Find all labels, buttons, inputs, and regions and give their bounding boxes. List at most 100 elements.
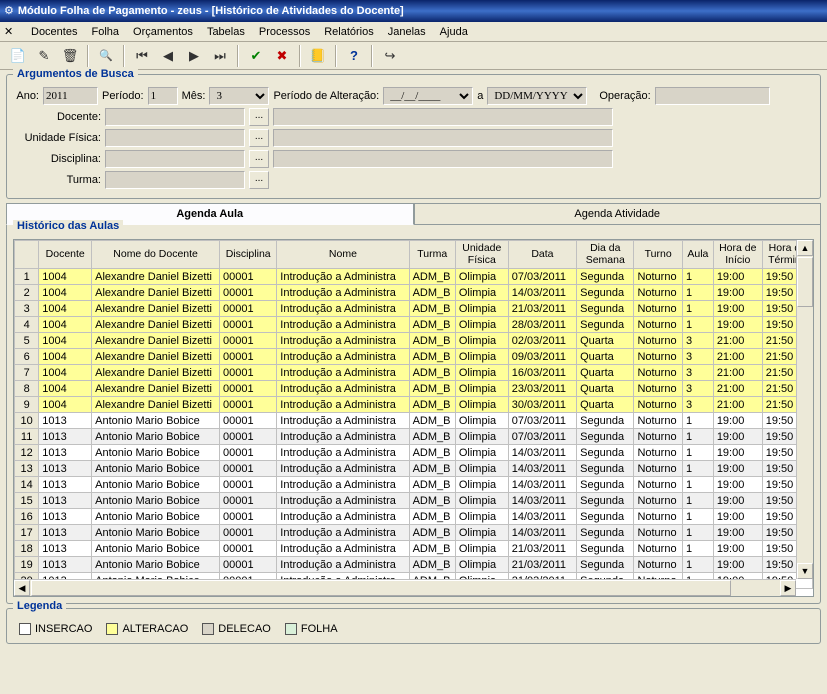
menu-folha[interactable]: Folha [84,24,126,40]
scroll-left-icon[interactable]: ◀ [14,580,30,596]
table-row[interactable]: 81004Alexandre Daniel Bizetti00001Introd… [15,381,813,397]
cell: Noturno [634,509,683,525]
menu-ajuda[interactable]: Ajuda [433,24,475,40]
scroll-up-icon[interactable]: ▲ [797,240,813,256]
cell: 1004 [39,301,92,317]
table-row[interactable]: 171013Antonio Mario Bobice00001Introduçã… [15,525,813,541]
table-row[interactable]: 21004Alexandre Daniel Bizetti00001Introd… [15,285,813,301]
cell: 07/03/2011 [508,413,576,429]
toolbar-edit-icon[interactable]: ✎ [32,44,56,68]
table-row[interactable]: 151013Antonio Mario Bobice00001Introduçã… [15,493,813,509]
menu-tabelas[interactable]: Tabelas [200,24,252,40]
table-row[interactable]: 11004Alexandre Daniel Bizetti00001Introd… [15,269,813,285]
col-header[interactable] [15,241,39,269]
toolbar-delete-icon[interactable]: 🗑 [58,44,82,68]
scroll-thumb-v[interactable] [797,257,813,307]
history-grid[interactable]: DocenteNome do DocenteDisciplinaNomeTurm… [13,239,814,597]
ano-field[interactable] [43,87,98,105]
cell: ADM_B [409,285,455,301]
col-header[interactable]: Nome [277,241,409,269]
table-row[interactable]: 71004Alexandre Daniel Bizetti00001Introd… [15,365,813,381]
disciplina-lookup-button[interactable]: ... [249,150,269,168]
toolbar-confirm-icon[interactable]: ✔ [244,44,268,68]
unidade-label: Unidade Física: [13,132,101,144]
docente-desc-field[interactable] [273,108,613,126]
cell: ADM_B [409,333,455,349]
periodo-field[interactable] [148,87,178,105]
col-header[interactable]: Hora deInício [713,241,762,269]
periodo-alt-from[interactable]: __/__/____ [383,87,473,105]
unidade-lookup-button[interactable]: ... [249,129,269,147]
menu-docentes[interactable]: Docentes [24,24,84,40]
periodo-alt-to[interactable]: DD/MM/YYYY [487,87,587,105]
table-row[interactable]: 41004Alexandre Daniel Bizetti00001Introd… [15,317,813,333]
toolbar-prev-icon[interactable]: ◀ [156,44,180,68]
table-row[interactable]: 181013Antonio Mario Bobice00001Introduçã… [15,541,813,557]
col-header[interactable]: Turma [409,241,455,269]
disciplina-code-field[interactable] [105,150,245,168]
col-header[interactable]: Disciplina [220,241,277,269]
col-header[interactable]: Nome do Docente [92,241,220,269]
table-row[interactable]: 131013Antonio Mario Bobice00001Introduçã… [15,461,813,477]
mes-select[interactable]: 3 [209,87,269,105]
table-row[interactable]: 101013Antonio Mario Bobice00001Introduçã… [15,413,813,429]
table-row[interactable]: 31004Alexandre Daniel Bizetti00001Introd… [15,301,813,317]
cell: 1 [682,429,713,445]
docente-lookup-button[interactable]: ... [249,108,269,126]
toolbar-new-icon[interactable]: 📄 [6,44,30,68]
scroll-thumb-h[interactable] [31,580,731,596]
cell: 6 [15,349,39,365]
table-row[interactable]: 121013Antonio Mario Bobice00001Introduçã… [15,445,813,461]
cell: 23/03/2011 [508,381,576,397]
toolbar-last-icon[interactable]: ⏭ [208,44,232,68]
cell: Introdução a Administra [277,269,409,285]
toolbar-search-icon[interactable]: 🔍 [94,44,118,68]
toolbar-book-icon[interactable]: 📒 [306,44,330,68]
turma-code-field[interactable] [105,171,245,189]
table-row[interactable]: 61004Alexandre Daniel Bizetti00001Introd… [15,349,813,365]
menu-processos[interactable]: Processos [252,24,317,40]
cell: Antonio Mario Bobice [92,445,220,461]
table-row[interactable]: 161013Antonio Mario Bobice00001Introduçã… [15,509,813,525]
cell: 1 [682,525,713,541]
scroll-right-icon[interactable]: ▶ [780,580,796,596]
menu-janelas[interactable]: Janelas [381,24,433,40]
col-header[interactable]: Data [508,241,576,269]
table-row[interactable]: 91004Alexandre Daniel Bizetti00001Introd… [15,397,813,413]
horizontal-scrollbar[interactable]: ◀ ▶ [14,579,796,596]
col-header[interactable]: Dia daSemana [577,241,634,269]
toolbar-first-icon[interactable]: ⏮ [130,44,154,68]
operacao-field[interactable] [655,87,770,105]
cell: ADM_B [409,397,455,413]
cell: 1004 [39,317,92,333]
cell: 1004 [39,381,92,397]
col-header[interactable]: Docente [39,241,92,269]
toolbar-cancel-icon[interactable]: ✖ [270,44,294,68]
table-row[interactable]: 141013Antonio Mario Bobice00001Introduçã… [15,477,813,493]
col-header[interactable]: Turno [634,241,683,269]
menu-orçamentos[interactable]: Orçamentos [126,24,200,40]
col-header[interactable]: UnidadeFísica [455,241,508,269]
unidade-desc-field[interactable] [273,129,613,147]
turma-lookup-button[interactable]: ... [249,171,269,189]
disciplina-desc-field[interactable] [273,150,613,168]
toolbar-exit-icon[interactable]: ↪ [378,44,402,68]
table-row[interactable]: 111013Antonio Mario Bobice00001Introduçã… [15,429,813,445]
docente-code-field[interactable] [105,108,245,126]
tab-agenda-atividade[interactable]: Agenda Atividade [414,203,822,225]
col-header[interactable]: Aula [682,241,713,269]
table-row[interactable]: 51004Alexandre Daniel Bizetti00001Introd… [15,333,813,349]
toolbar-separator [371,45,373,67]
scroll-down-icon[interactable]: ▼ [797,563,813,579]
vertical-scrollbar[interactable]: ▲ ▼ [796,240,813,579]
menu-relatórios[interactable]: Relatórios [317,24,381,40]
cell: 00001 [220,429,277,445]
cell: 19:00 [713,509,762,525]
toolbar-help-icon[interactable]: ? [342,44,366,68]
table-row[interactable]: 191013Antonio Mario Bobice00001Introduçã… [15,557,813,573]
toolbar-next-icon[interactable]: ▶ [182,44,206,68]
cell: Antonio Mario Bobice [92,525,220,541]
cell: Quarta [577,365,634,381]
unidade-code-field[interactable] [105,129,245,147]
mdi-icon[interactable]: ✕ [4,25,18,39]
